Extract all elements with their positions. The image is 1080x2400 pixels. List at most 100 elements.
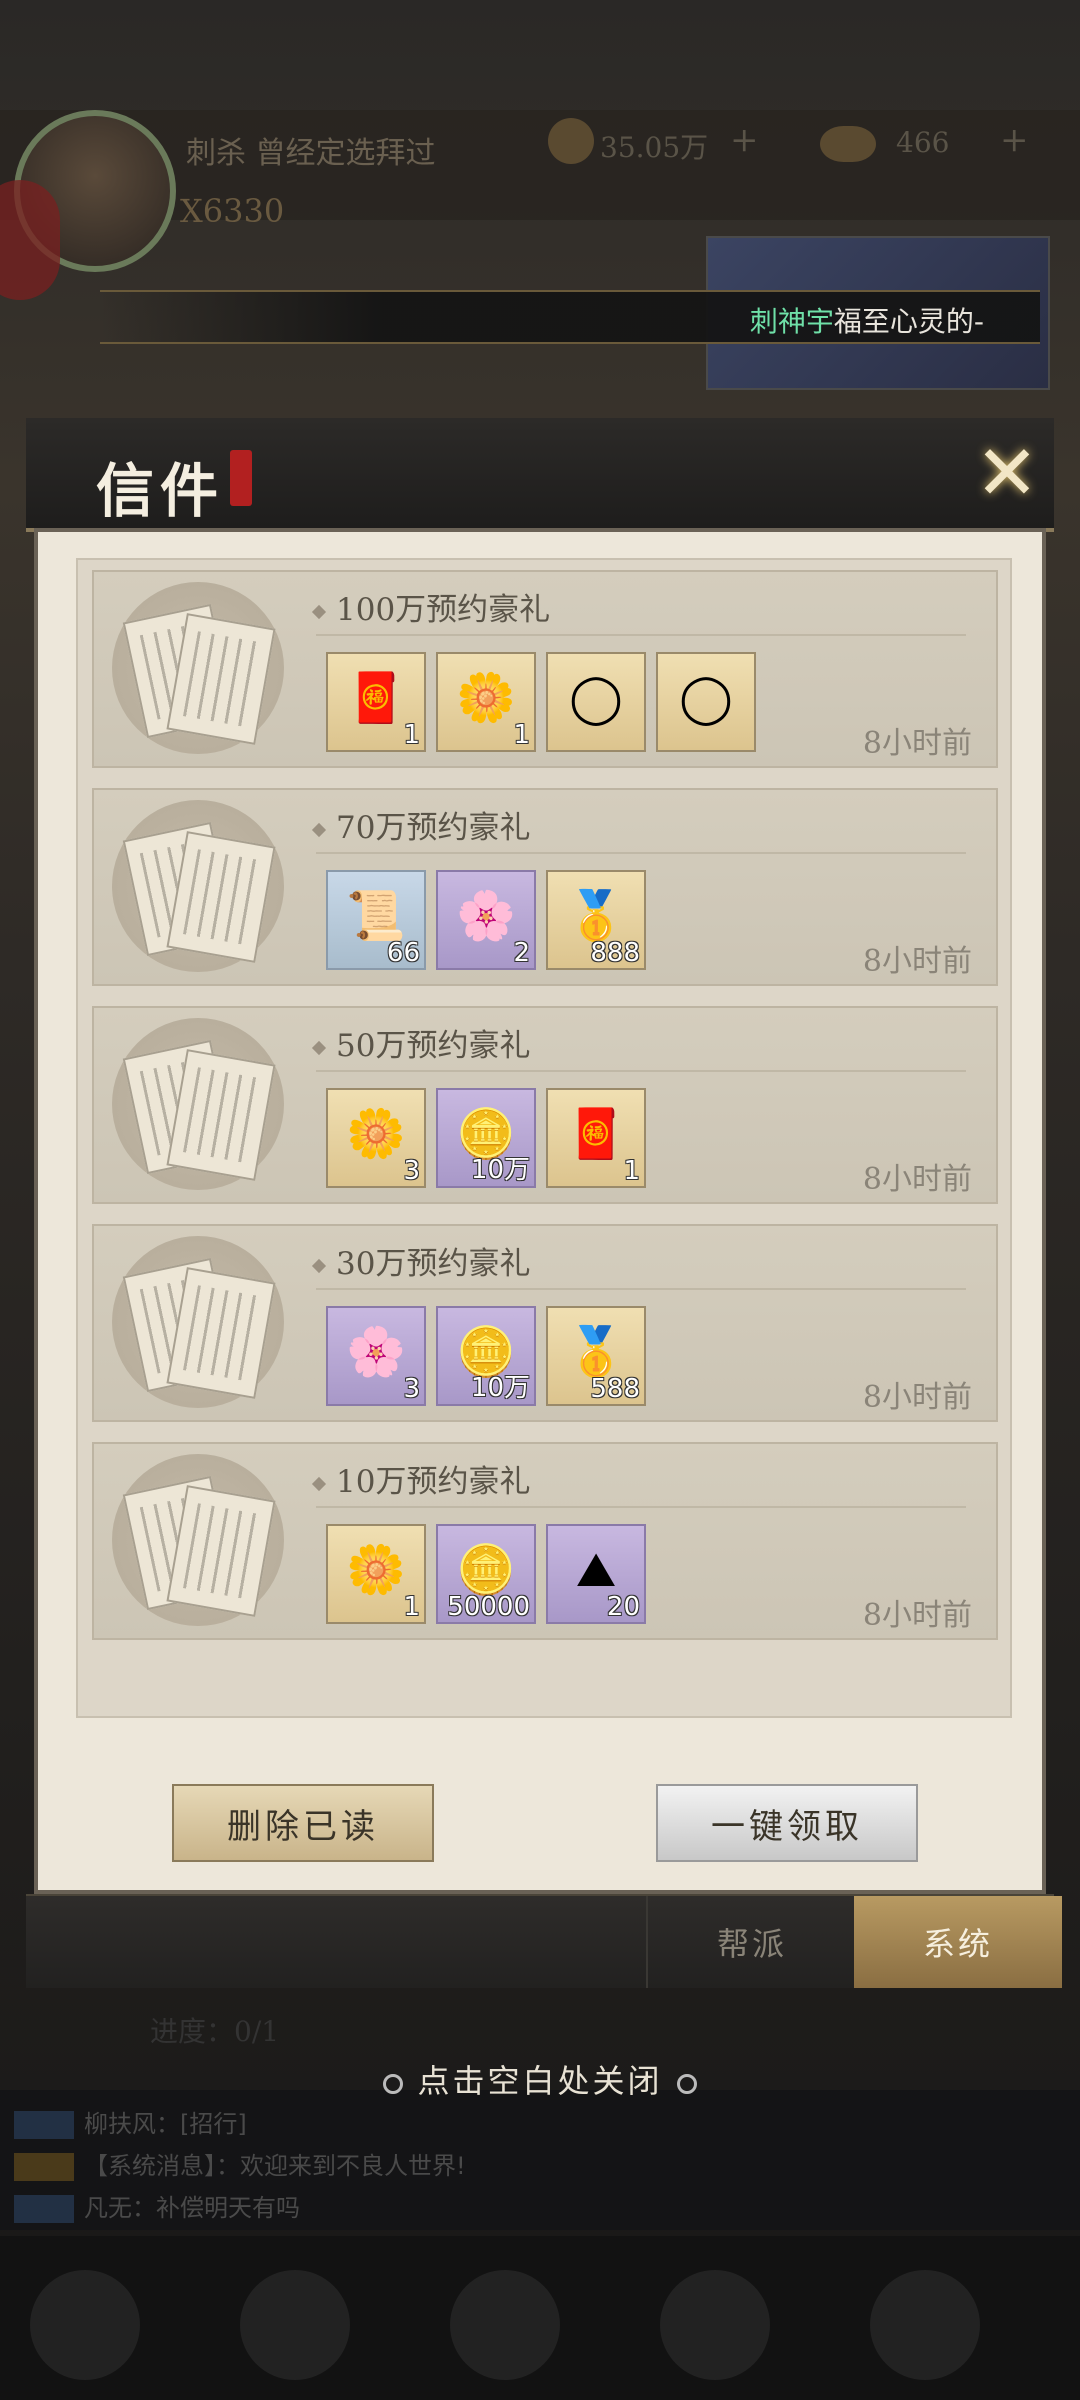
mail-time: 8小时前: [862, 944, 972, 979]
reward-items: 🌸 3 🪙 10万 🥇 588: [326, 1306, 646, 1406]
item-count: 588: [590, 1374, 640, 1404]
mail-title: 10万预约豪礼: [311, 1456, 530, 1501]
mail-title: 50万预约豪礼: [311, 1020, 530, 1065]
add-coin-icon: +: [730, 120, 759, 160]
chat-line: 凡无：补偿明天有吗: [14, 2188, 300, 2223]
hint-dot-icon: [383, 2073, 404, 2094]
delete-read-button[interactable]: 删除已读: [172, 1784, 434, 1862]
mail-title: 30万预约豪礼: [311, 1238, 530, 1283]
ticker-message: 福至心灵的-: [833, 305, 984, 338]
divider: [316, 634, 966, 636]
red-ticket-icon: 🧧: [566, 1106, 626, 1163]
gold-flower-icon: 🌼: [346, 1542, 406, 1599]
reward-item[interactable]: 📜 66: [326, 870, 426, 970]
add-ingot-icon: +: [1000, 120, 1029, 160]
diamond-icon: [311, 822, 327, 837]
diamond-icon: [311, 604, 327, 619]
nav-icon: [30, 2270, 140, 2380]
item-count: 66: [386, 938, 420, 968]
mail-tabs: 帮派 系统: [26, 1894, 1062, 1988]
close-hint-text: 点击空白处关闭: [417, 2062, 663, 2100]
broadcast-ticker: 刺神宇福至心灵的-: [100, 290, 1040, 344]
item-count: 2: [513, 938, 530, 968]
title-seal-icon: [230, 450, 252, 506]
item-count: 50000: [447, 1592, 530, 1622]
reward-item[interactable]: 🥇 588: [546, 1306, 646, 1406]
letter-icon: [112, 582, 284, 754]
close-button[interactable]: ✕: [968, 434, 1046, 512]
reward-item[interactable]: 🧧 1: [546, 1088, 646, 1188]
letter-icon: [112, 1454, 284, 1626]
divider: [316, 1506, 966, 1508]
tab-guild[interactable]: 帮派: [646, 1896, 856, 1988]
mail-time: 8小时前: [862, 1598, 972, 1633]
mail-panel: 100万预约豪礼 🧧 1 🌼 1 ◯ ◯ 8小时前 70万预约豪礼 📜 66 🌸 2 🥇 888 8小时前 50…: [34, 528, 1046, 1894]
gold-flower-icon: 🌼: [456, 670, 516, 727]
reward-items: 🌼 1 🪙 50000 ⛰ 20: [326, 1524, 646, 1624]
mail-item[interactable]: 70万预约豪礼 📜 66 🌸 2 🥇 888 8小时前: [92, 788, 998, 986]
item-count: 20: [606, 1592, 640, 1622]
reward-items: 🧧 1 🌼 1 ◯ ◯: [326, 652, 756, 752]
diamond-icon: [311, 1476, 327, 1491]
item-count: 1: [403, 720, 420, 750]
mail-time: 8小时前: [862, 1162, 972, 1197]
diamond-icon: [311, 1258, 327, 1273]
gold-ingot-icon: 🥇: [566, 888, 626, 945]
tab-system[interactable]: 系统: [854, 1896, 1062, 1988]
mail-list[interactable]: 100万预约豪礼 🧧 1 🌼 1 ◯ ◯ 8小时前 70万预约豪礼 📜 66 🌸 2 🥇 888 8小时前 50…: [76, 558, 1012, 1718]
reward-item[interactable]: ◯: [546, 652, 646, 752]
reward-item[interactable]: 🌸 3: [326, 1306, 426, 1406]
item-count: 888: [590, 938, 640, 968]
divider: [316, 852, 966, 854]
reward-item[interactable]: 🌼 3: [326, 1088, 426, 1188]
dialog-title: 信件: [96, 457, 225, 525]
reward-item[interactable]: 🪙 50000: [436, 1524, 536, 1624]
reward-item[interactable]: 🪙 10万: [436, 1306, 536, 1406]
reward-item[interactable]: 🥇 888: [546, 870, 646, 970]
mail-title: 100万预约豪礼: [311, 584, 550, 629]
player-name: 刺杀 曾经定选拜过: [186, 136, 436, 171]
letter-icon: [112, 1236, 284, 1408]
chat-channel-tag: [14, 2153, 74, 2181]
divider: [316, 1288, 966, 1290]
reward-item[interactable]: 🪙 10万: [436, 1088, 536, 1188]
mail-item[interactable]: 30万预约豪礼 🌸 3 🪙 10万 🥇 588 8小时前: [92, 1224, 998, 1422]
reward-items: 📜 66 🌸 2 🥇 888: [326, 870, 646, 970]
mail-item[interactable]: 10万预约豪礼 🌼 1 🪙 50000 ⛰ 20 8小时前: [92, 1442, 998, 1640]
reward-items: 🌼 3 🪙 10万 🧧 1: [326, 1088, 646, 1188]
ingot-value: 466: [896, 126, 950, 159]
item-count: 3: [403, 1374, 420, 1404]
chat-panel: 柳扶风：[招行] 【系统消息】：欢迎来到不良人世界! 凡无：补偿明天有吗: [0, 2090, 1080, 2230]
paper-icon: [166, 831, 276, 963]
paper-icon: [166, 1267, 276, 1399]
reward-item[interactable]: 🧧 1: [326, 652, 426, 752]
chat-channel-tag: [14, 2111, 74, 2139]
reward-item[interactable]: ◯: [656, 652, 756, 752]
close-hint[interactable]: 点击空白处关闭: [0, 2056, 1080, 2102]
item-count: 10万: [470, 1155, 530, 1185]
red-ticket-icon: 🧧: [346, 670, 406, 727]
item-count: 10万: [470, 1373, 530, 1403]
hint-dot-icon: [676, 2073, 697, 2094]
paper-icon: [166, 1049, 276, 1181]
reward-item[interactable]: 🌸 2: [436, 870, 536, 970]
claim-all-button[interactable]: 一键领取: [656, 1784, 918, 1862]
ingot-icon: [820, 126, 876, 162]
ore-stone-icon: ⛰: [575, 1542, 617, 1599]
nav-icon: [660, 2270, 770, 2380]
mail-item[interactable]: 100万预约豪礼 🧧 1 🌼 1 ◯ ◯ 8小时前: [92, 570, 998, 768]
reward-item[interactable]: 🌼 1: [436, 652, 536, 752]
mail-item[interactable]: 50万预约豪礼 🌼 3 🪙 10万 🧧 1 8小时前: [92, 1006, 998, 1204]
reward-item[interactable]: ⛰ 20: [546, 1524, 646, 1624]
close-icon: ✕: [975, 428, 1039, 517]
nav-icon: [870, 2270, 980, 2380]
nav-icon: [450, 2270, 560, 2380]
nav-icon: [240, 2270, 350, 2380]
jade-ring-frame-icon: ◯: [679, 670, 733, 727]
paper-icon: [166, 613, 276, 745]
copper-coin-icon: 🪙: [456, 1542, 516, 1599]
red-ring-frame-icon: ◯: [569, 670, 623, 727]
reward-item[interactable]: 🌼 1: [326, 1524, 426, 1624]
diamond-icon: [311, 1040, 327, 1055]
ticker-text: 刺神宇福至心灵的-: [750, 300, 984, 340]
